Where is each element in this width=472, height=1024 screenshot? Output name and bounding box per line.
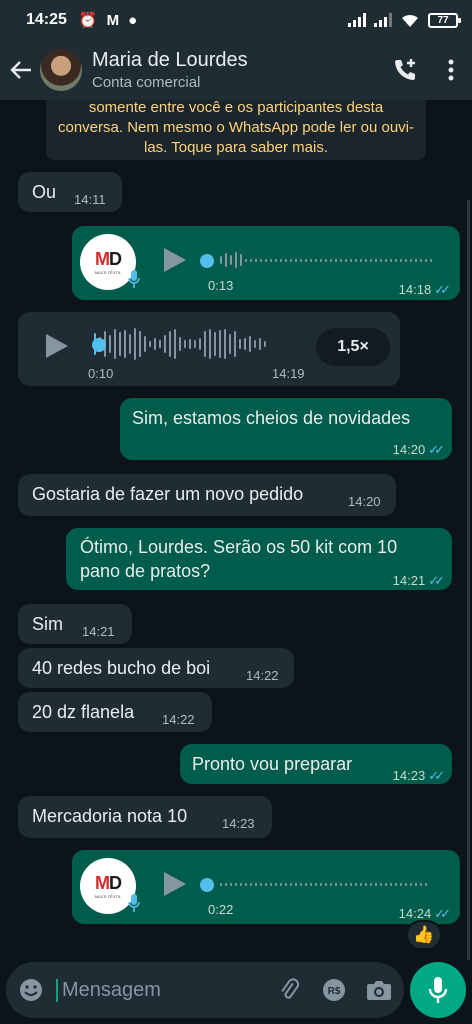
message-composer[interactable]: Mensagem R$: [6, 962, 404, 1018]
message-incoming[interactable]: 20 dz flanela 14:22: [18, 692, 212, 732]
audio-progress-dot[interactable]: [92, 338, 106, 352]
alarm-icon: ⏰: [78, 12, 98, 29]
message-incoming[interactable]: Ou 14:11: [18, 172, 122, 212]
signal-icon-2: [374, 13, 392, 27]
message-outgoing[interactable]: Pronto vou preparar 14:23 ✓✓: [180, 744, 452, 784]
audio-duration: 0:22: [208, 902, 234, 917]
message-incoming[interactable]: Sim 14:21: [18, 604, 132, 644]
mic-icon: [428, 977, 448, 1003]
back-arrow-icon[interactable]: [8, 57, 34, 83]
audio-duration: 0:10: [88, 366, 114, 381]
contact-subtitle: Conta comercial: [92, 74, 201, 91]
message-input[interactable]: Mensagem: [56, 978, 278, 1002]
play-icon[interactable]: [164, 248, 186, 272]
battery-icon: 77: [428, 12, 461, 28]
audio-message-outgoing[interactable]: MD MULTI TÊXTIL 0:22 14:24 ✓✓: [72, 850, 460, 924]
audio-progress-dot[interactable]: [200, 878, 214, 892]
audio-waveform[interactable]: [220, 883, 427, 886]
playback-speed-button[interactable]: 1,5×: [316, 328, 390, 366]
scrollbar[interactable]: [467, 200, 470, 960]
message-outgoing[interactable]: Sim, estamos cheios de novidades 14:20 ✓✓: [120, 398, 452, 460]
gmail-icon: M: [106, 11, 120, 29]
message-incoming[interactable]: 40 redes bucho de boi 14:22: [18, 648, 294, 688]
status-time: 14:25: [26, 11, 67, 28]
contact-name: Maria de Lourdes: [92, 49, 248, 71]
reaction-thumbs-up[interactable]: 👍: [406, 920, 442, 950]
add-call-icon[interactable]: [392, 57, 418, 83]
audio-duration: 0:13: [208, 278, 234, 293]
read-ticks-icon: ✓✓: [434, 282, 451, 297]
audio-message-outgoing[interactable]: MD MULTI TÊXTIL 0:13 14:18 ✓✓: [72, 226, 460, 300]
status-bar: 14:25 ⏰ M ● 77: [0, 0, 472, 40]
audio-waveform[interactable]: [94, 328, 266, 360]
audio-message-incoming[interactable]: 0:10 14:19 1,5×: [18, 312, 400, 386]
mic-badge-icon: [128, 894, 140, 912]
notification-icon: ●: [128, 11, 138, 29]
audio-progress-dot[interactable]: [200, 254, 214, 268]
contact-info[interactable]: Maria de Lourdes Conta comercial: [92, 49, 248, 91]
payment-icon[interactable]: R$: [322, 978, 346, 1002]
wifi-icon: [402, 14, 418, 27]
attach-icon[interactable]: [278, 978, 302, 1002]
read-ticks-icon: ✓✓: [428, 573, 445, 588]
message-outgoing[interactable]: Ótimo, Lourdes. Serão os 50 kit com 10 p…: [66, 528, 452, 590]
avatar[interactable]: [40, 49, 82, 91]
audio-waveform[interactable]: [220, 252, 432, 268]
read-ticks-icon: ✓✓: [428, 442, 445, 457]
encryption-notice[interactable]: somente entre você e os participantes de…: [46, 100, 426, 160]
voice-record-button[interactable]: [410, 962, 466, 1018]
emoji-icon[interactable]: [18, 977, 44, 1003]
svg-text:R$: R$: [328, 986, 341, 997]
camera-icon[interactable]: [366, 979, 392, 1001]
chat-area[interactable]: somente entre você e os participantes de…: [0, 100, 472, 960]
message-incoming[interactable]: Mercadoria nota 10 14:23: [18, 796, 272, 838]
message-incoming[interactable]: Gostaria de fazer um novo pedido 14:20: [18, 474, 396, 516]
play-icon[interactable]: [46, 334, 68, 358]
mic-badge-icon: [128, 270, 140, 288]
play-icon[interactable]: [164, 872, 186, 896]
read-ticks-icon: ✓✓: [428, 768, 445, 783]
more-options-icon[interactable]: [448, 59, 454, 81]
read-ticks-icon: ✓✓: [434, 906, 451, 921]
signal-icon: [348, 13, 366, 27]
chat-header: Maria de Lourdes Conta comercial: [0, 40, 472, 100]
